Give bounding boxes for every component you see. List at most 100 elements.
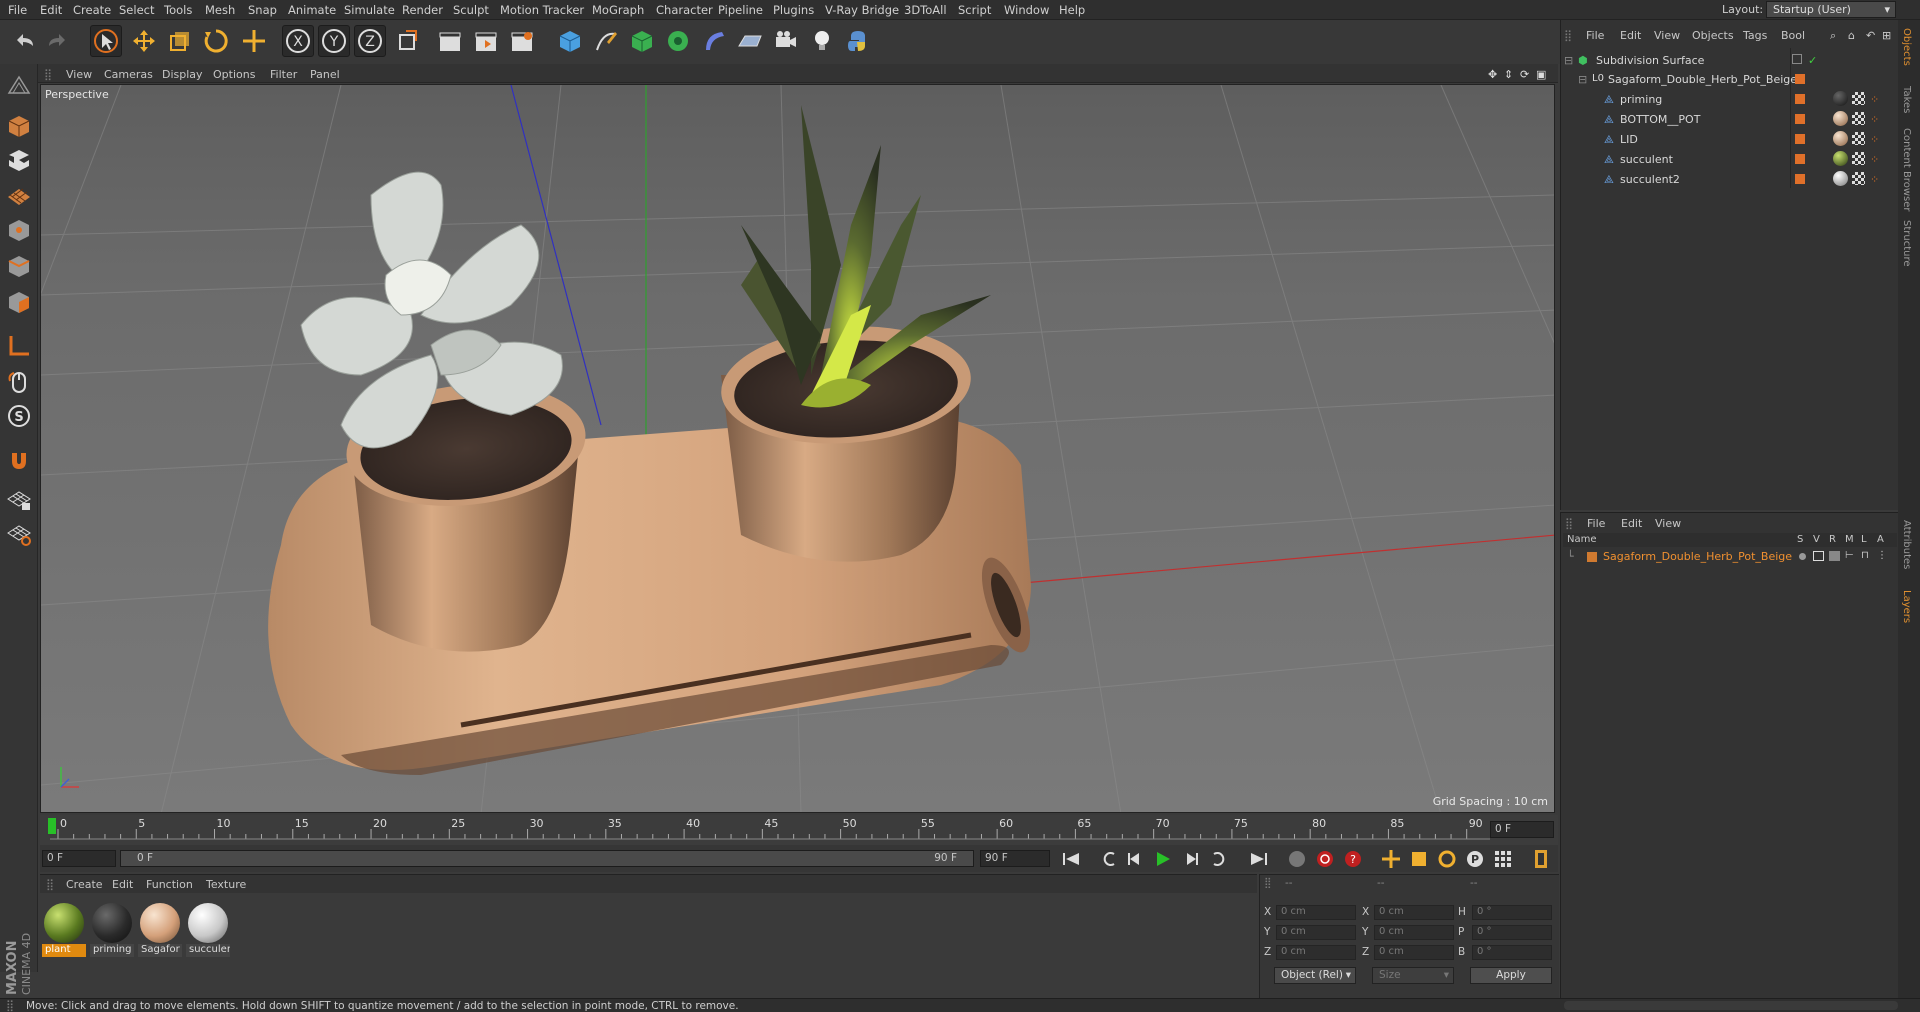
layer-color-swatch[interactable] (1587, 552, 1597, 562)
object-row-sagaform[interactable]: ⊟ L0 Sagaform_Double_Herb_Pot_Beige (1562, 69, 1896, 89)
camera-button[interactable] (770, 25, 802, 57)
undo-button[interactable] (8, 25, 40, 57)
menu-3dtoall[interactable]: 3DToAll (904, 3, 947, 17)
pos-x-field[interactable]: 0 cm (1276, 905, 1356, 920)
tab-attributes[interactable]: Attributes (1901, 520, 1912, 569)
next-key-button[interactable] (1208, 848, 1230, 870)
rot-b-field[interactable]: 0 ° (1472, 945, 1552, 960)
menu-animate[interactable]: Animate (288, 3, 336, 17)
render-toggle-icon[interactable] (1829, 551, 1840, 561)
key-scale-button[interactable] (1408, 848, 1430, 870)
previous-frame-button[interactable] (1124, 848, 1146, 870)
material-menu-create[interactable]: Create (66, 878, 103, 891)
model-mode-button[interactable] (3, 110, 35, 142)
uvw-tag-icon[interactable] (1852, 112, 1865, 125)
deformer-button[interactable] (698, 25, 730, 57)
material-sagaform[interactable]: Sagafor (138, 902, 182, 960)
object-row-succulent[interactable]: ⟁ succulent ⁘ (1562, 149, 1896, 169)
light-button[interactable] (806, 25, 838, 57)
redo-button[interactable] (42, 25, 74, 57)
menu-character[interactable]: Character (656, 3, 713, 17)
tab-structure[interactable]: Structure (1901, 220, 1912, 267)
layer-swatch[interactable] (1795, 134, 1805, 144)
layer-swatch[interactable] (1795, 154, 1805, 164)
x-axis-button[interactable]: X (282, 25, 314, 57)
animation-toggle-icon[interactable]: ⋮ (1877, 550, 1887, 561)
end-frame-field[interactable]: 90 F (980, 850, 1050, 867)
material-plant[interactable]: plant (42, 902, 86, 960)
timeline-playhead[interactable] (48, 818, 56, 834)
polygons-mode-button[interactable] (3, 286, 35, 318)
workplane-button[interactable] (3, 178, 35, 210)
frame-range-slider[interactable]: 0 F 90 F (120, 850, 974, 867)
lock-workplane-button[interactable] (3, 484, 35, 516)
3d-viewport[interactable]: Perspective Grid Spacing : 10 cm (40, 84, 1555, 813)
menu-motion-tracker[interactable]: Motion Tracker (500, 3, 584, 17)
edges-mode-button[interactable] (3, 250, 35, 282)
material-menu-texture[interactable]: Texture (206, 878, 246, 891)
play-button[interactable] (1152, 848, 1174, 870)
python-button[interactable] (842, 25, 874, 57)
layer-swatch[interactable] (1792, 54, 1802, 64)
make-editable-button[interactable] (3, 70, 35, 102)
object-menu-edit[interactable]: Edit (1620, 29, 1641, 42)
size-z-field[interactable]: 0 cm (1374, 945, 1454, 960)
coordinate-system-button[interactable] (392, 25, 424, 57)
menu-file[interactable]: File (8, 3, 27, 17)
manager-toggle-icon[interactable]: ⊢ (1845, 550, 1854, 561)
move-tool-button[interactable] (128, 25, 160, 57)
start-frame-field[interactable]: 0 F (42, 850, 116, 867)
material-tag[interactable] (1833, 151, 1848, 166)
material-priming[interactable]: priming (90, 902, 134, 960)
size-y-field[interactable]: 0 cm (1374, 925, 1454, 940)
planar-workplane-button[interactable] (3, 518, 35, 550)
pos-y-field[interactable]: 0 cm (1276, 925, 1356, 940)
record-keys-button[interactable] (1314, 848, 1336, 870)
view-toggle-icon[interactable] (1813, 551, 1824, 561)
next-frame-button[interactable] (1180, 848, 1202, 870)
solo-toggle[interactable] (1799, 553, 1806, 560)
rotate-tool-button[interactable] (200, 25, 232, 57)
material-menu-edit[interactable]: Edit (112, 878, 133, 891)
magnet-button[interactable] (3, 444, 35, 476)
new-window-icon[interactable]: ⊞ (1882, 29, 1891, 42)
menu-edit[interactable]: Edit (40, 3, 62, 17)
layer-swatch[interactable] (1795, 94, 1805, 104)
menu-vray-bridge[interactable]: V-Ray Bridge (825, 3, 899, 17)
cube-object-button[interactable] (554, 25, 586, 57)
layer-menu-view[interactable]: View (1655, 517, 1681, 530)
menu-create[interactable]: Create (73, 3, 111, 17)
texture-mode-button[interactable] (3, 144, 35, 176)
viewport-menu-display[interactable]: Display (162, 68, 203, 81)
layer-menu-edit[interactable]: Edit (1621, 517, 1642, 530)
axis-mode-button[interactable] (3, 330, 35, 362)
material-menu-function[interactable]: Function (146, 878, 193, 891)
phong-tag-icon[interactable]: ⁘ (1870, 133, 1879, 146)
tweak-mode-button[interactable] (3, 366, 35, 398)
phong-tag-icon[interactable]: ⁘ (1870, 153, 1879, 166)
material-tag[interactable] (1833, 111, 1848, 126)
viewport-menu-filter[interactable]: Filter (270, 68, 297, 81)
live-selection-button[interactable] (90, 25, 122, 57)
viewport-move-icon[interactable]: ✥ (1488, 68, 1497, 81)
home-icon[interactable]: ⌂ (1848, 29, 1855, 42)
viewport-menu-panel[interactable]: Panel (310, 68, 340, 81)
rot-p-field[interactable]: 0 ° (1472, 925, 1552, 940)
menu-snap[interactable]: Snap (248, 3, 277, 17)
viewport-menu-cameras[interactable]: Cameras (104, 68, 153, 81)
menu-mesh[interactable]: Mesh (205, 3, 235, 17)
menu-plugins[interactable]: Plugins (773, 3, 814, 17)
material-tag[interactable] (1833, 171, 1848, 186)
material-succulent[interactable]: succulen (186, 902, 230, 960)
material-tag[interactable] (1833, 131, 1848, 146)
tab-objects[interactable]: Objects (1901, 28, 1912, 66)
spline-pen-button[interactable] (590, 25, 622, 57)
layout-select[interactable]: Startup (User) ▾ (1766, 1, 1896, 18)
phong-tag-icon[interactable]: ⁘ (1870, 113, 1879, 126)
search-icon[interactable]: ⌕ (1830, 29, 1836, 43)
viewport-zoom-icon[interactable]: ⇕ (1504, 68, 1513, 81)
layer-swatch[interactable] (1795, 174, 1805, 184)
cloner-button[interactable] (662, 25, 694, 57)
uvw-tag-icon[interactable] (1852, 172, 1865, 185)
render-to-picture-viewer-button[interactable] (470, 25, 502, 57)
